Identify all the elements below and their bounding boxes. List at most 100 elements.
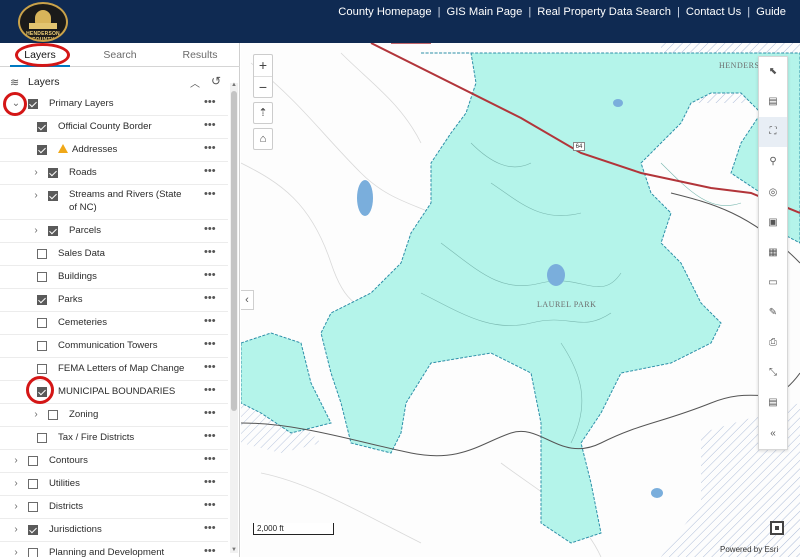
esri-attribution[interactable]: Powered by Esri [720, 545, 778, 554]
collapse-icon[interactable]: « [759, 419, 787, 449]
layer-row[interactable]: › Zoning ••• [0, 404, 228, 427]
nav-guide[interactable]: Guide [756, 6, 786, 18]
layer-options-icon[interactable]: ••• [204, 223, 216, 235]
export-icon[interactable]: ▤ [759, 388, 787, 418]
layer-checkbox[interactable] [37, 272, 47, 282]
layer-options-icon[interactable]: ••• [204, 453, 216, 465]
layer-row[interactable]: › Districts ••• [0, 496, 228, 519]
chevron-down-icon[interactable]: ⌄ [11, 98, 21, 109]
layer-row[interactable]: Cemeteries ••• [0, 312, 228, 335]
layer-options-icon[interactable]: ••• [204, 499, 216, 511]
layer-checkbox[interactable] [37, 318, 47, 328]
compass-north-button[interactable]: ⇡ [253, 102, 273, 124]
layer-row[interactable]: FEMA Letters of Map Change ••• [0, 358, 228, 381]
scroll-down-icon[interactable]: ▼ [230, 547, 238, 553]
layer-checkbox[interactable] [37, 341, 47, 351]
location-pin-icon[interactable]: ⚲ [759, 147, 787, 177]
extent-icon[interactable]: ⛶ [759, 117, 787, 147]
compass-icon[interactable]: ◎ [759, 178, 787, 208]
layer-options-icon[interactable]: ••• [204, 522, 216, 534]
layer-options-icon[interactable]: ••• [204, 315, 216, 327]
zoom-out-button[interactable]: − [254, 77, 272, 99]
collapse-panel-button[interactable]: ‹ [241, 290, 254, 310]
layer-row[interactable]: › Planning and Development ••• [0, 542, 228, 557]
layer-row[interactable]: › Utilities ••• [0, 473, 228, 496]
layer-row[interactable]: Buildings ••• [0, 266, 228, 289]
layer-options-icon[interactable]: ••• [204, 476, 216, 488]
layer-row[interactable]: Addresses ••• [0, 139, 228, 162]
layer-options-icon[interactable]: ••• [204, 269, 216, 281]
layer-checkbox[interactable] [37, 364, 47, 374]
layer-checkbox[interactable] [37, 145, 47, 155]
layer-options-icon[interactable]: ••• [204, 430, 216, 442]
layer-checkbox[interactable] [28, 548, 38, 557]
basemap-icon[interactable]: ▤ [759, 87, 787, 117]
layer-options-icon[interactable]: ••• [204, 96, 216, 108]
chevron-right-icon[interactable]: › [31, 409, 41, 420]
layer-options-icon[interactable]: ••• [204, 361, 216, 373]
chevron-right-icon[interactable]: › [11, 524, 21, 535]
nav-gis-main-page[interactable]: GIS Main Page [447, 6, 523, 18]
nav-county-homepage[interactable]: County Homepage [338, 6, 431, 18]
layer-checkbox[interactable] [28, 456, 38, 466]
layer-options-icon[interactable]: ••• [204, 119, 216, 131]
tab-results[interactable]: Results [160, 43, 240, 66]
layer-checkbox[interactable] [28, 99, 38, 109]
layer-row[interactable]: Tax / Fire Districts ••• [0, 427, 228, 450]
layer-row[interactable]: Official County Border ••• [0, 116, 228, 139]
collapse-up-icon[interactable]: ︿ [190, 75, 200, 90]
layer-options-icon[interactable]: ••• [204, 384, 216, 396]
layer-options-icon[interactable]: ••• [204, 407, 216, 419]
layer-row[interactable]: Parks ••• [0, 289, 228, 312]
measure-icon[interactable]: ▭ [759, 268, 787, 298]
tab-search[interactable]: Search [80, 43, 160, 66]
layer-checkbox[interactable] [28, 502, 38, 512]
layer-checkbox[interactable] [48, 168, 58, 178]
layer-row[interactable]: › Roads ••• [0, 162, 228, 185]
layer-list-scrollbar[interactable]: ▲ ▼ [230, 82, 238, 553]
layer-options-icon[interactable]: ••• [204, 246, 216, 258]
draw-icon[interactable]: ✎ [759, 298, 787, 328]
qr-code-icon[interactable] [770, 521, 784, 535]
layer-row[interactable]: Sales Data ••• [0, 243, 228, 266]
layer-options-icon[interactable]: ••• [204, 545, 216, 557]
tab-layers[interactable]: Layers [0, 43, 80, 67]
layer-row[interactable]: MUNICIPAL BOUNDARIES ••• [0, 381, 228, 404]
print-layout-icon[interactable]: ▦ [759, 238, 787, 268]
layer-checkbox[interactable] [37, 295, 47, 305]
home-button[interactable]: ⌂ [253, 128, 273, 150]
layer-row[interactable]: › Streams and Rivers (State of NC) ••• [0, 185, 228, 220]
layer-checkbox[interactable] [37, 387, 47, 397]
layer-options-icon[interactable]: ••• [204, 188, 216, 200]
chevron-right-icon[interactable]: › [31, 225, 41, 236]
layer-row[interactable]: › Contours ••• [0, 450, 228, 473]
layer-options-icon[interactable]: ••• [204, 292, 216, 304]
chevron-right-icon[interactable]: › [11, 501, 21, 512]
chevron-right-icon[interactable]: › [11, 478, 21, 489]
layer-checkbox[interactable] [37, 433, 47, 443]
zoom-in-button[interactable]: + [254, 55, 272, 77]
layer-checkbox[interactable] [37, 249, 47, 259]
reset-icon[interactable]: ↺ [211, 74, 221, 88]
layer-checkbox[interactable] [48, 191, 58, 201]
chevron-right-icon[interactable]: › [11, 547, 21, 557]
layer-checkbox[interactable] [28, 479, 38, 489]
chevron-right-icon[interactable]: › [31, 190, 41, 201]
layer-row[interactable]: Communication Towers ••• [0, 335, 228, 358]
layer-checkbox[interactable] [28, 525, 38, 535]
scroll-up-icon[interactable]: ▲ [230, 82, 238, 88]
print-icon[interactable]: ⎙ [759, 328, 787, 358]
chevron-right-icon[interactable]: › [31, 167, 41, 178]
save-map-icon[interactable]: ▣ [759, 208, 787, 238]
nav-real-property-search[interactable]: Real Property Data Search [537, 6, 671, 18]
layer-row[interactable]: › Parcels ••• [0, 220, 228, 243]
layer-row[interactable]: › Jurisdictions ••• [0, 519, 228, 542]
layer-options-icon[interactable]: ••• [204, 165, 216, 177]
layer-options-icon[interactable]: ••• [204, 142, 216, 154]
layer-checkbox[interactable] [48, 410, 58, 420]
nav-contact-us[interactable]: Contact Us [686, 6, 741, 18]
fullscreen-icon[interactable]: ⤡ [759, 358, 787, 388]
layer-options-icon[interactable]: ••• [204, 338, 216, 350]
layer-checkbox[interactable] [37, 122, 47, 132]
county-seal-logo[interactable]: HENDERSON COUNTY [18, 2, 68, 42]
